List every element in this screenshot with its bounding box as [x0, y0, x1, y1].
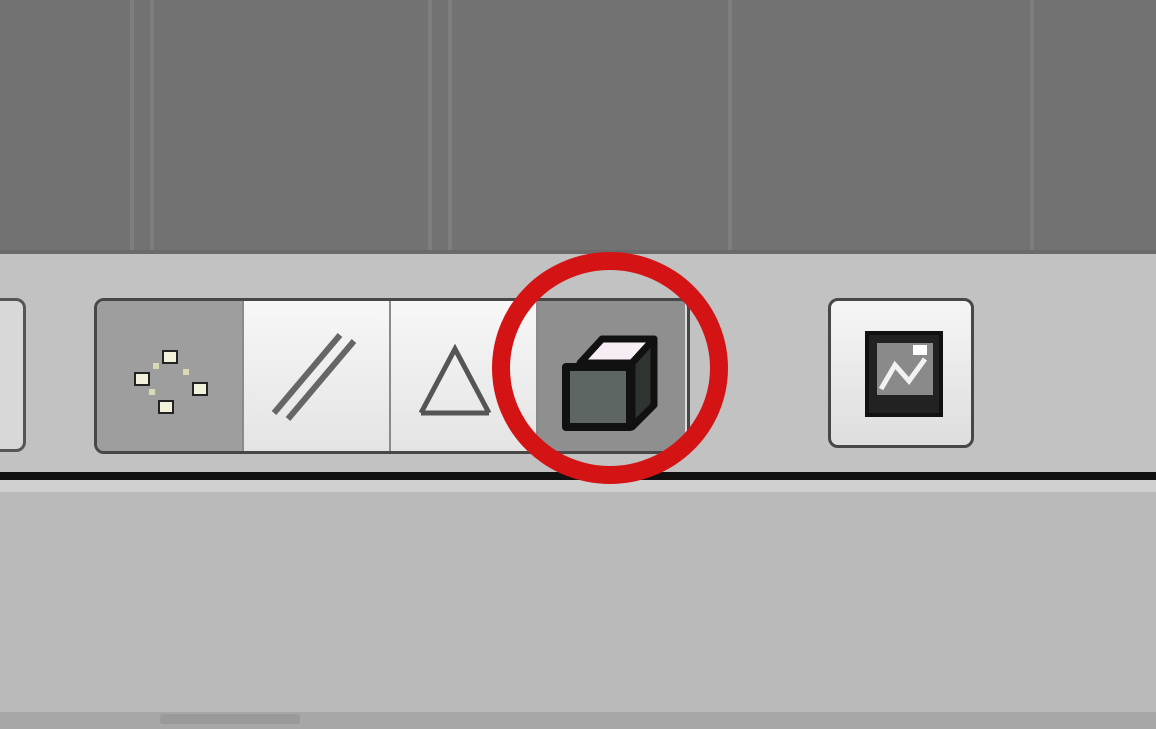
grid-line — [728, 0, 732, 250]
menu-dropdown-button[interactable] — [0, 298, 26, 452]
grid-line — [150, 0, 154, 250]
grid-line — [1030, 0, 1034, 250]
properties-panel — [0, 492, 1156, 729]
render-image-button[interactable] — [828, 298, 974, 448]
edge-select-button[interactable] — [244, 301, 391, 451]
grid-line — [428, 0, 432, 250]
vertex-select-icon — [134, 350, 208, 414]
render-image-icon — [865, 331, 943, 417]
header-bottom-edge — [0, 480, 1156, 492]
grid-line — [130, 0, 134, 250]
vertex-select-button[interactable] — [97, 301, 244, 451]
annotation-highlight-circle — [492, 252, 728, 484]
3d-viewport[interactable] — [0, 0, 1156, 254]
grid-line — [448, 0, 452, 250]
scrollbar-thumb[interactable] — [160, 714, 300, 724]
edge-select-icon — [271, 333, 357, 421]
